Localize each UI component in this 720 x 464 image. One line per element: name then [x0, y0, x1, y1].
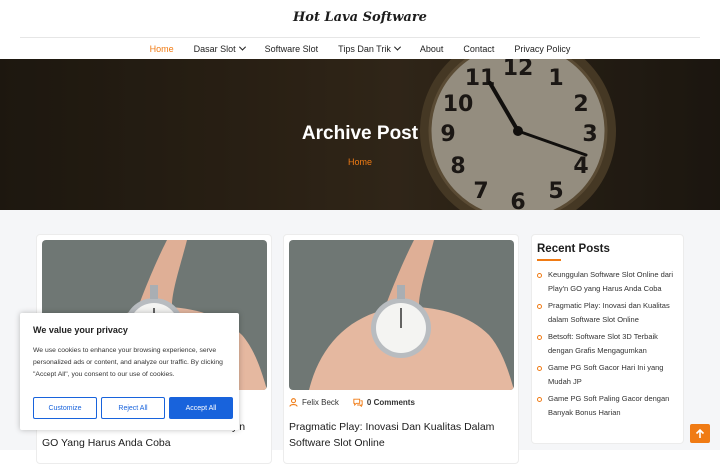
recent-post-link[interactable]: Keunggulan Software Slot Online dari Pla…	[537, 268, 678, 296]
back-to-top-button[interactable]	[690, 424, 710, 443]
nav-item-about[interactable]: About	[410, 38, 454, 59]
bullet-icon	[537, 365, 542, 371]
widget-title-underline	[537, 259, 561, 261]
main-nav: Home Dasar Slot Software Slot Tips Dan T…	[0, 38, 720, 59]
post-card: Felix Beck 0 Comments Pragmatic Play: In…	[283, 234, 519, 464]
reject-all-button[interactable]: Reject All	[101, 397, 165, 419]
breadcrumb-home[interactable]: Home	[0, 157, 720, 167]
nav-item-dasar-slot[interactable]: Dasar Slot	[184, 38, 255, 59]
arrow-up-icon	[695, 428, 705, 438]
nav-item-home[interactable]: Home	[140, 38, 184, 59]
customize-button[interactable]: Customize	[33, 397, 97, 419]
comments-icon	[353, 398, 363, 407]
cookie-text: We use cookies to enhance your browsing …	[33, 347, 223, 378]
bullet-icon	[537, 303, 542, 309]
post-comments[interactable]: 0 Comments	[367, 398, 415, 407]
cookie-title: We value your privacy	[33, 325, 128, 335]
page-title: Archive Post	[301, 123, 419, 144]
recent-post-link[interactable]: Game PG Soft Paling Gacor dengan Banyak …	[537, 392, 678, 420]
site-title[interactable]: Hot Lava Software	[0, 10, 720, 25]
accept-all-button[interactable]: Accept All	[169, 397, 233, 419]
bullet-icon	[537, 272, 542, 278]
nav-item-privacy-policy[interactable]: Privacy Policy	[504, 38, 580, 59]
bullet-icon	[537, 334, 542, 340]
post-author[interactable]: Felix Beck	[302, 398, 339, 407]
cookie-actions: Customize Reject All Accept All	[33, 397, 233, 419]
nav-item-tips-dan-trik[interactable]: Tips Dan Trik	[328, 38, 410, 59]
chevron-down-icon	[393, 43, 401, 51]
recent-post-link[interactable]: Game PG Soft Gacor Hari Ini yang Mudah J…	[537, 361, 678, 389]
widget-title: Recent Posts	[537, 243, 610, 255]
bullet-icon	[537, 396, 542, 402]
stopwatch-image[interactable]	[289, 240, 514, 390]
cookie-consent-banner: We value your privacy We use cookies to …	[20, 313, 239, 430]
user-icon	[289, 398, 298, 407]
hero-banner: 12 1 2 3 10 11 987 654 Archive Post Home	[0, 59, 720, 210]
chevron-down-icon	[238, 43, 246, 51]
post-meta: Felix Beck 0 Comments	[289, 398, 514, 407]
nav-item-contact[interactable]: Contact	[453, 38, 504, 59]
recent-posts-widget: Recent Posts Keunggulan Software Slot On…	[531, 234, 684, 444]
post-title[interactable]: Pragmatic Play: Inovasi Dan Kualitas Dal…	[289, 419, 514, 451]
nav-item-software-slot[interactable]: Software Slot	[255, 38, 329, 59]
recent-post-link[interactable]: Pragmatic Play: Inovasi dan Kualitas dal…	[537, 299, 678, 327]
recent-post-link[interactable]: Betsoft: Software Slot 3D Terbaik dengan…	[537, 330, 678, 358]
